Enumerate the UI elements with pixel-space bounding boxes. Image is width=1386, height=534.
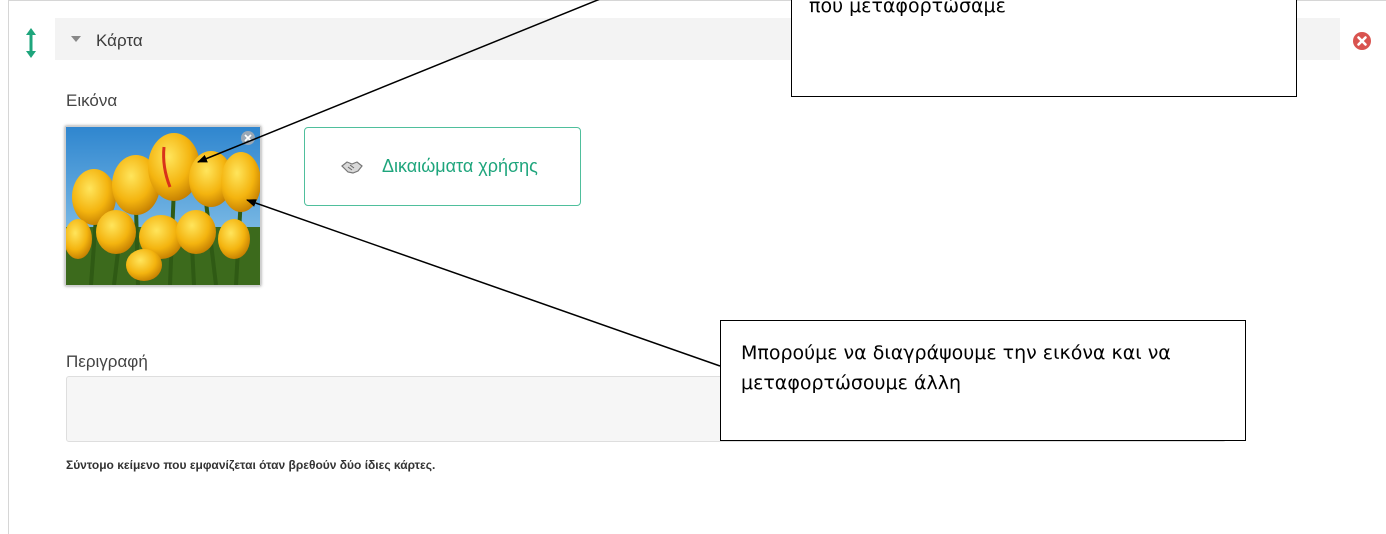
callout-bottom: Μπορούμε να διαγράψουμε την εικόνα και ν… — [720, 320, 1246, 441]
usage-rights-button[interactable]: Δικαιώματα χρήσης — [304, 127, 581, 206]
description-label: Περιγραφή — [66, 352, 148, 371]
usage-rights-label: Δικαιώματα χρήσης — [382, 156, 538, 176]
callout-top-text: που μεταφορτώσαμε — [809, 0, 1006, 17]
close-icon[interactable] — [240, 130, 256, 146]
card-title: Κάρτα — [96, 31, 143, 50]
image-label: Εικόνα — [66, 91, 118, 110]
handshake-icon — [341, 161, 363, 174]
callout-top: που μεταφορτώσαμε — [791, 0, 1297, 97]
drag-handle-icon[interactable] — [22, 26, 40, 60]
remove-circle-icon[interactable] — [1352, 31, 1372, 51]
uploaded-image-thumbnail — [65, 126, 261, 286]
callout-bottom-text: Μπορούμε να διαγράψουμε την εικόνα και ν… — [741, 342, 1171, 394]
description-help-text: Σύντομο κείμενο που εμφανίζεται όταν βρε… — [66, 458, 436, 472]
chevron-down-icon[interactable] — [68, 31, 84, 47]
